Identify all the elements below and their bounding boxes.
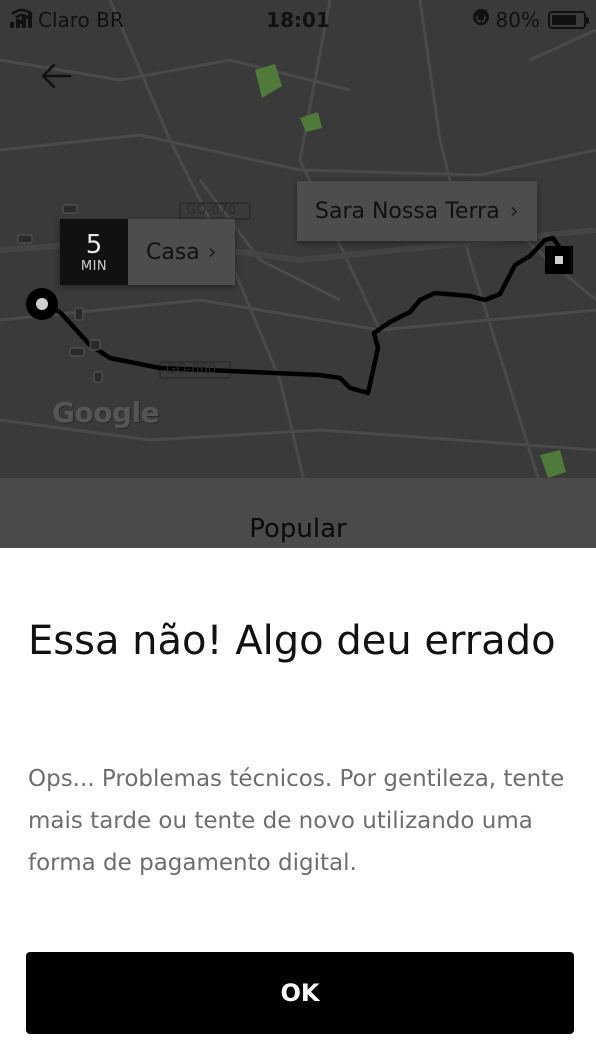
error-dialog: Essa não! Algo deu errado Ops... Problem… bbox=[0, 548, 596, 1040]
map: GO-070 GO-060 Claro BR 18:01 80% 5 MIN C… bbox=[0, 0, 596, 548]
battery-icon bbox=[548, 11, 589, 29]
status-bar: Claro BR 18:01 80% bbox=[0, 0, 596, 44]
ok-button[interactable]: OK bbox=[26, 952, 574, 1034]
battery-percent: 80% bbox=[495, 8, 540, 32]
back-arrow-icon bbox=[41, 63, 72, 89]
road-label: GO-060 bbox=[166, 362, 217, 377]
pickup-label: Casa bbox=[146, 239, 200, 265]
dialog-title: Essa não! Algo deu errado bbox=[28, 618, 556, 664]
chevron-right-icon: › bbox=[207, 239, 217, 265]
product-name: Popular bbox=[249, 514, 347, 544]
dialog-message: Ops... Problemas técnicos. Por gentileza… bbox=[28, 766, 565, 876]
eta-badge: 5 MIN bbox=[60, 219, 128, 285]
car-icon bbox=[62, 204, 78, 214]
eta-unit: MIN bbox=[80, 258, 108, 274]
park-area bbox=[255, 64, 282, 98]
google-logo: Google bbox=[52, 396, 160, 429]
back-button[interactable] bbox=[38, 56, 78, 96]
eta-number: 5 bbox=[85, 229, 103, 260]
road-label: GO-070 bbox=[186, 203, 237, 218]
destination-card[interactable]: Sara Nossa Terra › bbox=[297, 181, 537, 241]
product-selector: Popular bbox=[0, 478, 596, 548]
pickup-pin-icon bbox=[26, 288, 58, 320]
pickup-eta-card[interactable]: 5 MIN Casa › bbox=[60, 219, 235, 285]
destination-label: Sara Nossa Terra bbox=[315, 198, 500, 224]
destination-pin-icon bbox=[545, 246, 573, 274]
chevron-right-icon: › bbox=[509, 198, 519, 224]
